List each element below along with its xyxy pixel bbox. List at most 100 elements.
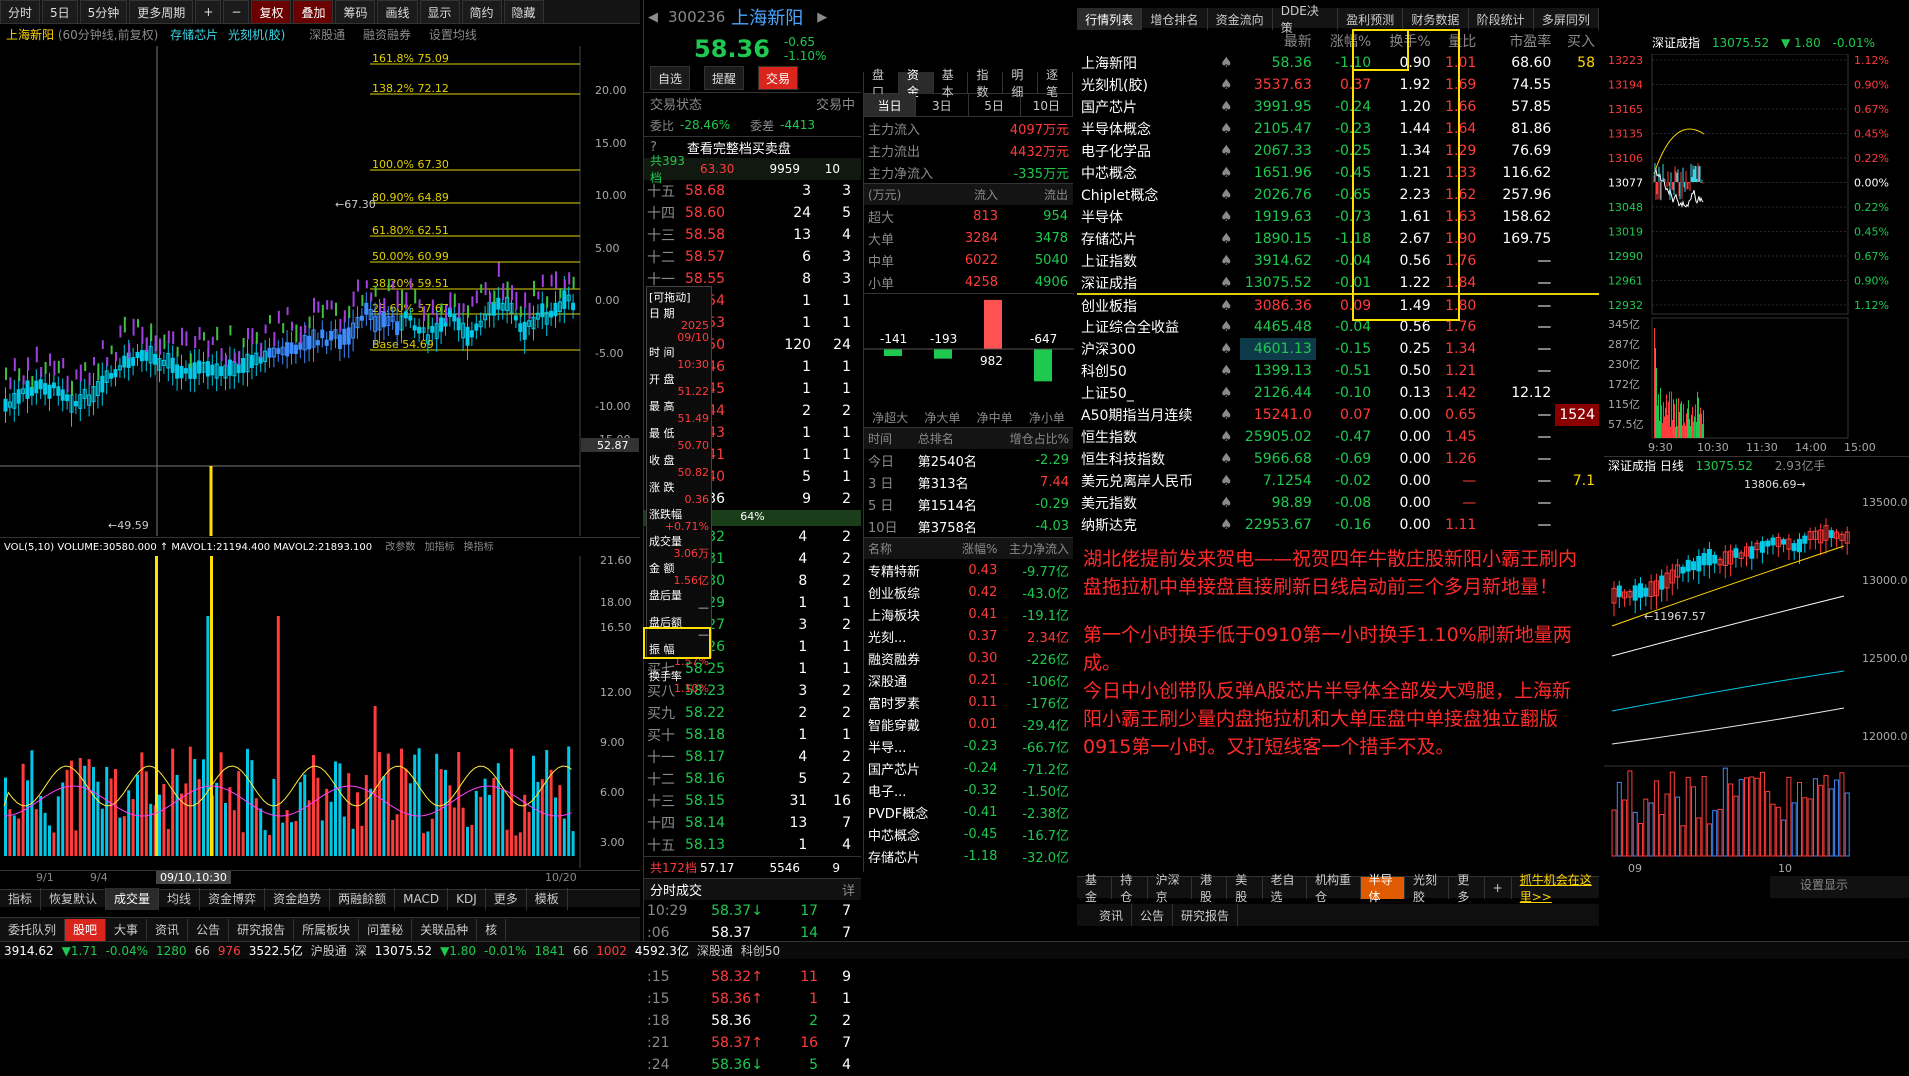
indicator-tab[interactable]: KDJ bbox=[448, 887, 486, 910]
vol-btn-param[interactable]: 改参数 bbox=[385, 542, 415, 553]
period-tab[interactable]: 当日 bbox=[864, 94, 917, 116]
indicator-tab[interactable]: 指标 bbox=[0, 887, 42, 910]
indicator-tab[interactable]: 模板 bbox=[527, 887, 568, 910]
bell-icon[interactable]: ♠ bbox=[1216, 250, 1240, 272]
bell-icon[interactable]: ♠ bbox=[1216, 426, 1240, 448]
board-tab[interactable]: 光刻胶 bbox=[1405, 873, 1450, 904]
bell-icon[interactable]: ♠ bbox=[1216, 52, 1240, 74]
draw-line-button[interactable]: 画线 bbox=[377, 0, 418, 24]
watch-tab[interactable]: 多屏同列 bbox=[1534, 8, 1599, 30]
sector-row[interactable]: 国产芯片 -0.24 -71.2亿 bbox=[864, 757, 1073, 779]
mini-settings[interactable]: 设置显示 bbox=[1770, 876, 1909, 898]
watch-row[interactable]: 科创50 ♠ 1399.13 -0.51 0.50 1.21 — bbox=[1077, 360, 1599, 382]
bell-icon[interactable]: ♠ bbox=[1216, 162, 1240, 184]
watch-row[interactable]: 纳斯达克 ♠ 22953.67 -0.16 0.00 1.11 — bbox=[1077, 514, 1599, 536]
sector-row[interactable]: 智能穿戴 0.01 -29.4亿 bbox=[864, 713, 1073, 735]
watch-tab[interactable]: 增仓排名 bbox=[1142, 8, 1208, 30]
view-full-book[interactable]: 查看完整档买卖盘 bbox=[687, 138, 791, 157]
alert-button[interactable]: 提醒 bbox=[704, 66, 745, 90]
watch-row[interactable]: 光刻机(胶) ♠ 3537.63 0.37 1.92 1.69 74.55 bbox=[1077, 74, 1599, 96]
bell-icon[interactable]: ♠ bbox=[1216, 140, 1240, 162]
board-tab[interactable]: 半导体 bbox=[1360, 873, 1405, 904]
simple-button[interactable]: 简约 bbox=[461, 0, 502, 24]
period-tab[interactable]: 10日 bbox=[1021, 94, 1073, 116]
indicator-tab[interactable]: 更多 bbox=[486, 887, 527, 910]
info-tab[interactable]: 大事 bbox=[106, 918, 148, 941]
info-tab[interactable]: 股吧 bbox=[65, 918, 107, 941]
watch-tab[interactable]: 盈利预测 bbox=[1338, 8, 1404, 30]
watch-row[interactable]: 上证指数 ♠ 3914.62 -0.04 0.56 1.76— bbox=[1077, 250, 1599, 272]
bell-icon[interactable]: ♠ bbox=[1216, 404, 1240, 426]
book-row[interactable]: 买十 58.18 1 1 bbox=[644, 724, 854, 746]
sector-row[interactable]: 融资融券 0.30 -226亿 bbox=[864, 647, 1073, 669]
bell-icon[interactable]: ♠ bbox=[1216, 360, 1240, 382]
book-row[interactable]: 十一 58.17 4 2 bbox=[644, 746, 854, 768]
board-tab[interactable]: 老自选 bbox=[1263, 873, 1307, 904]
board-tab[interactable]: 更多 bbox=[1449, 873, 1485, 904]
book-row[interactable]: 十五 58.13 1 4 bbox=[644, 834, 854, 856]
popup-title[interactable]: [可拖动] bbox=[649, 289, 709, 305]
zoom-out-button[interactable]: − bbox=[223, 0, 250, 24]
sector-row[interactable]: 光刻... 0.37 2.34亿 bbox=[864, 625, 1073, 647]
info-tab[interactable]: 核 bbox=[477, 918, 507, 941]
sector-row[interactable]: 上海板块 0.41 -19.1亿 bbox=[864, 603, 1073, 625]
quote-tab[interactable]: 盘口 bbox=[864, 68, 899, 99]
zoom-in-button[interactable]: + bbox=[195, 0, 222, 24]
indicator-tab[interactable]: 恢复默认 bbox=[41, 887, 107, 910]
tag-storage-chip[interactable]: 存储芯片 bbox=[170, 28, 218, 42]
watch-row[interactable]: 恒生科技指数 ♠ 5966.68 -0.69 0.00 1.26 — bbox=[1077, 448, 1599, 470]
news-tab[interactable]: 研究报告 bbox=[1173, 904, 1239, 926]
mini-daily-chart[interactable]: 13500.0 13000.0 12500.0 12000.0 13806.69→ ←11… bbox=[1604, 476, 1909, 876]
board-tab[interactable]: 美股 bbox=[1227, 873, 1263, 904]
book-row[interactable]: 买九 58.22 2 2 bbox=[644, 702, 854, 724]
quote-tab[interactable]: 基本 bbox=[934, 68, 969, 99]
sector-row[interactable]: 存储芯片 -1.18 -32.0亿 bbox=[864, 845, 1073, 867]
trade-button[interactable]: 交易 bbox=[758, 66, 799, 90]
kline-chart[interactable]: 161.8% 75.09 138.2% 72.12 100.0% 67.30 80.9… bbox=[0, 46, 640, 536]
sector-row[interactable]: 专精特新 0.43 -9.77亿 bbox=[864, 559, 1073, 581]
indicator-tab[interactable]: 成交量 bbox=[106, 887, 160, 910]
watch-row[interactable]: A50期指当月连续 ♠ 15241.0 0.07 0.00 0.65 —1524 bbox=[1077, 404, 1599, 426]
bell-icon[interactable]: ♠ bbox=[1216, 382, 1240, 404]
toolbar-more-period[interactable]: 更多周期 bbox=[129, 0, 194, 24]
watch-row[interactable]: 中芯概念 ♠ 1651.96 -0.45 1.21 1.33 116.62 bbox=[1077, 162, 1599, 184]
indicator-tab[interactable]: 均线 bbox=[159, 887, 201, 910]
info-tab[interactable]: 研究报告 bbox=[229, 918, 295, 941]
mini-intraday-chart[interactable]: 13223 1.12% 13194 0.90% 13165 0.67% 13135 0.45%… bbox=[1604, 54, 1909, 454]
info-tab[interactable]: 关联品种 bbox=[412, 918, 478, 941]
info-tab[interactable]: 资讯 bbox=[147, 918, 189, 941]
watch-tab[interactable]: 资金流向 bbox=[1208, 8, 1273, 30]
overlay-button[interactable]: 叠加 bbox=[293, 0, 334, 24]
bell-icon[interactable]: ♠ bbox=[1216, 448, 1240, 470]
quote-tab[interactable]: 逐笔 bbox=[1038, 68, 1073, 99]
book-row[interactable]: 十三 58.15 31 16 bbox=[644, 790, 854, 812]
sector-row[interactable]: 半导... -0.23 -66.7亿 bbox=[864, 735, 1073, 757]
watch-row[interactable]: 上证综合全收益 ♠ 4465.48 -0.04 0.56 1.76— bbox=[1077, 316, 1599, 338]
bell-icon[interactable]: ♠ bbox=[1216, 74, 1240, 96]
ohlc-popup[interactable]: [可拖动] 日 期 2025 09/10 时 间 10:30 开 盘 51.22 最 高 51… bbox=[646, 286, 712, 695]
bell-icon[interactable]: ♠ bbox=[1216, 118, 1240, 140]
period-tab[interactable]: 3日 bbox=[916, 94, 969, 116]
watch-row[interactable]: 美元指数 ♠ 98.89 -0.08 0.00 — — bbox=[1077, 492, 1599, 514]
watch-tab[interactable]: 财务数据 bbox=[1403, 8, 1469, 30]
watch-tab[interactable]: 行情列表 bbox=[1077, 8, 1143, 30]
book-row[interactable]: 十四 58.14 13 7 bbox=[644, 812, 854, 834]
prev-stock-icon[interactable]: ◀ bbox=[648, 10, 658, 25]
watch-row[interactable]: 国产芯片 ♠ 3991.95 -0.24 1.20 1.66 57.85 bbox=[1077, 96, 1599, 118]
tag-lithography[interactable]: 光刻机(胶) bbox=[228, 28, 285, 42]
bell-icon[interactable]: ♠ bbox=[1216, 338, 1240, 360]
bell-icon[interactable]: ♠ bbox=[1216, 294, 1240, 316]
toolbar-5min[interactable]: 5分钟 bbox=[79, 0, 128, 24]
sector-row[interactable]: PVDF概念 -0.41 -2.38亿 bbox=[864, 801, 1073, 823]
board-tab[interactable]: 基金 bbox=[1077, 873, 1113, 904]
bell-icon[interactable]: ♠ bbox=[1216, 228, 1240, 250]
watch-row[interactable]: 沪深300 ♠ 4601.13 -0.15 0.25 1.34 — bbox=[1077, 338, 1599, 360]
board-tab[interactable]: 港股 bbox=[1192, 873, 1228, 904]
watch-row[interactable]: 半导体概念 ♠ 2105.47 -0.23 1.44 1.64 81.86 bbox=[1077, 118, 1599, 140]
sector-row[interactable]: 中芯概念 -0.45 -16.7亿 bbox=[864, 823, 1073, 845]
quote-tab[interactable]: 指数 bbox=[968, 68, 1004, 99]
sector-row[interactable]: 富时罗素 0.11 -176亿 bbox=[864, 691, 1073, 713]
news-tab[interactable]: 资讯 bbox=[1091, 904, 1133, 926]
toolbar-intraday[interactable]: 分时 bbox=[0, 0, 41, 24]
promo-link[interactable]: 抓牛机会在这里>> bbox=[1520, 871, 1599, 905]
